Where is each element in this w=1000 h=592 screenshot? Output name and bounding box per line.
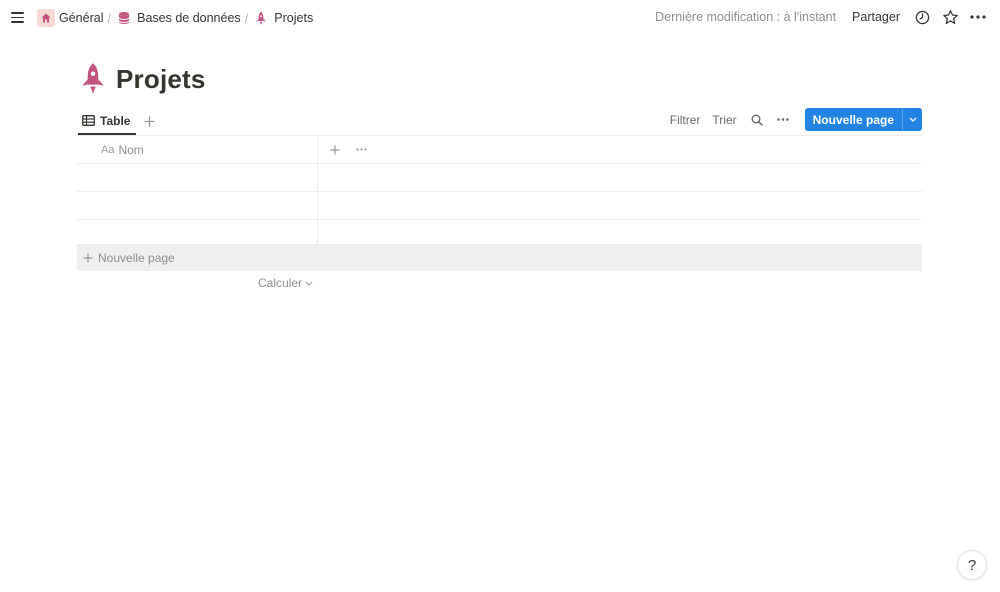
text-property-icon: Aa	[101, 143, 115, 156]
help-button[interactable]: ?	[957, 550, 987, 580]
table-row[interactable]	[77, 192, 922, 219]
star-icon[interactable]	[940, 7, 960, 27]
breadcrumb-separator: /	[107, 10, 112, 26]
database-table: Aa Nom Nouvelle page	[77, 135, 922, 271]
cell-nom[interactable]	[77, 220, 318, 244]
table-header-row: Aa Nom	[77, 136, 922, 163]
plus-icon[interactable]	[142, 115, 156, 129]
last-edited-status: Dernière modification : à l'instant	[655, 10, 837, 24]
more-icon[interactable]	[354, 143, 368, 157]
breadcrumb-separator: /	[244, 10, 249, 26]
top-right-actions: Dernière modification : à l'instant Part…	[655, 0, 1000, 34]
database-icon	[115, 9, 133, 27]
cell-nom[interactable]	[77, 164, 318, 191]
tab-label: Table	[100, 113, 131, 128]
plus-icon	[83, 253, 93, 263]
rocket-icon	[252, 9, 270, 27]
breadcrumb-label: Général	[59, 11, 104, 25]
sort-button[interactable]: Trier	[712, 113, 736, 127]
more-icon[interactable]	[968, 7, 988, 27]
search-icon[interactable]	[749, 112, 765, 128]
new-page-label: Nouvelle page	[812, 112, 894, 127]
share-button[interactable]: Partager	[852, 10, 900, 24]
breadcrumb-item-databases[interactable]: Bases de données	[112, 8, 244, 28]
page-header: Projets	[78, 62, 206, 96]
filter-button[interactable]: Filtrer	[670, 113, 701, 127]
chevron-down-icon	[305, 281, 313, 286]
add-column-icon[interactable]	[328, 143, 342, 157]
calculate-button[interactable]: Calculer	[258, 276, 313, 290]
menu-icon[interactable]	[10, 9, 26, 25]
column-label: Nom	[118, 142, 144, 157]
calculate-label: Calculer	[258, 276, 303, 290]
view-tabs: Table	[78, 108, 156, 135]
breadcrumb-item-general[interactable]: Général	[34, 8, 106, 28]
chevron-down-icon[interactable]	[902, 108, 922, 131]
breadcrumb-label: Bases de données	[137, 11, 241, 25]
page-title[interactable]: Projets	[116, 64, 206, 95]
more-icon[interactable]	[775, 112, 791, 128]
database-toolbar: Filtrer Trier Nouvelle page	[670, 108, 922, 131]
breadcrumb-item-projets[interactable]: Projets	[249, 8, 316, 28]
tab-table[interactable]: Table	[78, 108, 137, 135]
new-row-button[interactable]: Nouvelle page	[77, 245, 922, 271]
home-icon	[37, 9, 55, 27]
table-row[interactable]	[77, 220, 922, 244]
column-header-nom[interactable]: Aa Nom	[77, 136, 318, 163]
new-row-label: Nouvelle page	[98, 251, 175, 265]
table-icon	[82, 115, 95, 126]
clock-icon[interactable]	[912, 7, 932, 27]
rocket-icon[interactable]	[78, 62, 108, 96]
breadcrumb-label: Projets	[274, 11, 314, 25]
breadcrumb: Général / Bases de données / Projets	[34, 8, 316, 28]
top-bar: Général / Bases de données / Projets Der…	[0, 0, 1000, 34]
cell-nom[interactable]	[77, 192, 318, 219]
new-page-button[interactable]: Nouvelle page	[804, 108, 922, 131]
table-row[interactable]	[77, 164, 922, 191]
